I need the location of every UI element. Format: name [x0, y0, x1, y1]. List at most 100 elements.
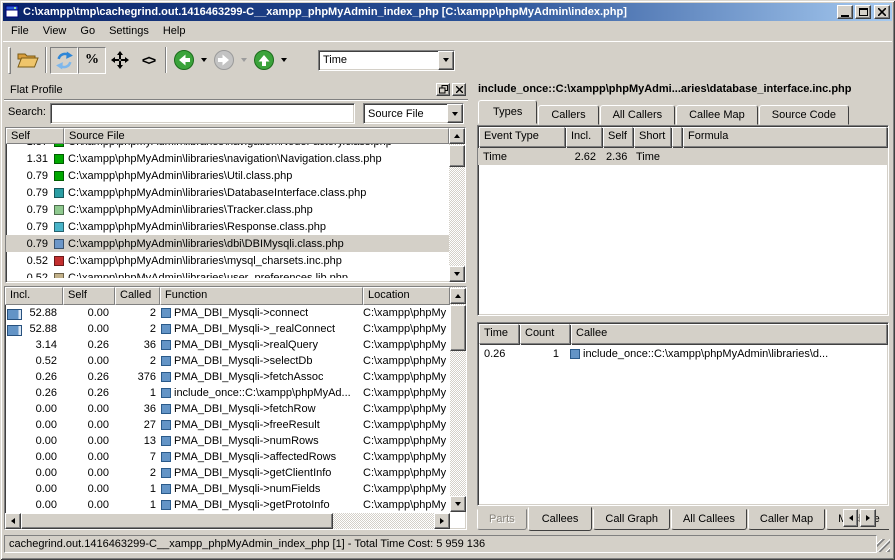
function-row[interactable]: 0.000.001PMA_DBI_Mysqli->getProtoInfoC:\… — [5, 497, 450, 513]
function-row[interactable]: 0.000.0027PMA_DBI_Mysqli->freeResultC:\x… — [5, 417, 450, 433]
function-row[interactable]: 3.140.2636PMA_DBI_Mysqli->realQueryC:\xa… — [5, 337, 450, 353]
function-icon — [161, 404, 171, 414]
column-header[interactable]: Incl. — [566, 127, 602, 147]
combo-dropdown-button[interactable] — [447, 104, 463, 123]
column-header[interactable]: Formula — [683, 127, 887, 147]
back-button[interactable] — [170, 47, 198, 74]
function-row[interactable]: 52.880.002PMA_DBI_Mysqli->connectC:\xamp… — [5, 305, 450, 321]
move-button[interactable] — [106, 47, 134, 74]
source-file-row[interactable]: 1.31C:\xampp\phpMyAdmin\libraries\naviga… — [6, 150, 449, 167]
function-row[interactable]: 0.000.007PMA_DBI_Mysqli->affectedRowsC:\… — [5, 449, 450, 465]
column-header[interactable]: Event Type — [479, 127, 565, 147]
tab-caller-map[interactable]: Caller Map — [748, 509, 825, 530]
tab-source-code[interactable]: Source Code — [759, 105, 849, 125]
function-row[interactable]: 0.000.0013PMA_DBI_Mysqli->numRowsC:\xamp… — [5, 433, 450, 449]
column-header[interactable]: Called — [115, 287, 160, 305]
function-name-cell: PMA_DBI_Mysqli->numFields — [160, 483, 363, 495]
function-icon — [161, 372, 171, 382]
forward-button[interactable] — [210, 47, 238, 74]
menu-go[interactable]: Go — [73, 22, 102, 40]
scroll-down-button[interactable] — [449, 266, 465, 282]
function-row[interactable]: 0.000.0036PMA_DBI_Mysqli->fetchRowC:\xam… — [5, 401, 450, 417]
tab-callee-map[interactable]: Callee Map — [676, 105, 758, 125]
source-file-row[interactable]: 0.79C:\xampp\phpMyAdmin\libraries\dbi\DB… — [6, 235, 449, 252]
scroll-thumb[interactable] — [449, 145, 465, 167]
source-file-row[interactable]: 0.79C:\xampp\phpMyAdmin\libraries\Databa… — [6, 184, 449, 201]
count-value: 1 — [519, 348, 569, 360]
source-file-row[interactable]: 0.52C:\xampp\phpMyAdmin\libraries\mysql_… — [6, 252, 449, 269]
back-dropdown[interactable] — [198, 47, 210, 74]
open-file-button[interactable] — [14, 47, 42, 74]
tab-all-callees[interactable]: All Callees — [671, 509, 747, 530]
search-input[interactable] — [50, 103, 355, 124]
scroll-up-button[interactable] — [450, 288, 466, 304]
callee-row[interactable]: 0.261include_once::C:\xampp\phpMyAdmin\l… — [478, 345, 888, 362]
resize-grip[interactable] — [877, 539, 890, 552]
source-file-row[interactable]: 0.52C:\xampp\phpMyAdmin\libraries\user_p… — [6, 269, 449, 278]
scroll-thumb[interactable] — [450, 305, 466, 351]
menu-view[interactable]: View — [36, 22, 74, 40]
menu-file[interactable]: File — [4, 22, 36, 40]
column-header[interactable]: Self — [6, 128, 64, 144]
column-header[interactable]: Location — [363, 287, 450, 305]
function-row[interactable]: 0.000.002PMA_DBI_Mysqli->getClientInfoC:… — [5, 465, 450, 481]
toolbar-handle[interactable] — [8, 47, 11, 74]
column-header[interactable]: Short — [634, 127, 671, 147]
function-row[interactable]: 52.880.002PMA_DBI_Mysqli->_realConnectC:… — [5, 321, 450, 337]
menu-help[interactable]: Help — [156, 22, 193, 40]
reload-button[interactable] — [50, 47, 78, 74]
event-type-row[interactable]: Time2.622.36Time — [478, 148, 888, 165]
function-row[interactable]: 0.260.26376PMA_DBI_Mysqli->fetchAssocC:\… — [5, 369, 450, 385]
move-arrows-icon — [110, 50, 130, 70]
menu-settings[interactable]: Settings — [102, 22, 156, 40]
column-header[interactable]: Function — [160, 287, 363, 305]
function-location: C:\xampp\phpMy — [363, 451, 450, 463]
function-table-hscrollbar[interactable] — [5, 512, 450, 529]
event-type-combobox[interactable]: Time — [318, 50, 455, 71]
column-header[interactable]: Callee — [571, 324, 887, 344]
column-header[interactable] — [672, 127, 682, 147]
self-percent: 0.00 — [63, 323, 115, 335]
column-header[interactable]: Self — [63, 287, 115, 305]
scroll-left-button[interactable] — [5, 513, 21, 529]
tab-callees[interactable]: Callees — [528, 507, 593, 531]
function-table-vscrollbar[interactable] — [450, 287, 466, 512]
cycle-detection-button[interactable]: <> — [134, 47, 162, 74]
scroll-thumb[interactable] — [21, 513, 333, 529]
dock-float-button[interactable] — [436, 83, 450, 96]
tab-types[interactable]: Types — [478, 100, 537, 124]
forward-dropdown[interactable] — [238, 47, 250, 74]
source-file-row[interactable]: 0.79C:\xampp\phpMyAdmin\libraries\Respon… — [6, 218, 449, 235]
relative-percent-button[interactable]: % — [78, 47, 106, 74]
source-file-row[interactable]: 0.79C:\xampp\phpMyAdmin\libraries\Tracke… — [6, 201, 449, 218]
minimize-button[interactable] — [837, 5, 853, 19]
source-file-name: C:\xampp\phpMyAdmin\libraries\dbi\DBIMys… — [68, 238, 344, 250]
close-button[interactable] — [874, 5, 890, 19]
maximize-button[interactable] — [855, 5, 871, 19]
combo-dropdown-button[interactable] — [438, 51, 454, 70]
group-combobox[interactable]: Source File — [363, 103, 464, 124]
scroll-down-button[interactable] — [450, 496, 466, 512]
source-list-vscrollbar[interactable] — [449, 128, 465, 282]
function-row[interactable]: 0.520.002PMA_DBI_Mysqli->selectDbC:\xamp… — [5, 353, 450, 369]
tab-all-callers[interactable]: All Callers — [600, 105, 676, 125]
column-header[interactable]: Source File — [64, 128, 449, 144]
function-name: PMA_DBI_Mysqli->getProtoInfo — [174, 499, 330, 511]
source-file-row[interactable]: 0.79C:\xampp\phpMyAdmin\libraries\Util.c… — [6, 167, 449, 184]
column-header[interactable]: Count — [520, 324, 570, 344]
tab-call-graph[interactable]: Call Graph — [593, 509, 670, 530]
column-header[interactable]: Incl. — [5, 287, 63, 305]
column-header[interactable]: Self — [603, 127, 633, 147]
column-header[interactable]: Time — [479, 324, 519, 344]
tab-scroll-right-button[interactable] — [860, 509, 876, 527]
dock-close-button[interactable] — [452, 83, 466, 96]
function-row[interactable]: 0.260.261include_once::C:\xampp\phpMyAd.… — [5, 385, 450, 401]
scroll-up-button[interactable] — [449, 128, 465, 144]
scroll-right-button[interactable] — [434, 513, 450, 529]
up-dropdown[interactable] — [278, 47, 290, 74]
function-row[interactable]: 0.000.001PMA_DBI_Mysqli->numFieldsC:\xam… — [5, 481, 450, 497]
tab-callers[interactable]: Callers — [538, 105, 598, 125]
tab-scroll-left-button[interactable] — [843, 509, 858, 527]
function-name-cell: PMA_DBI_Mysqli->connect — [160, 307, 363, 319]
up-button[interactable] — [250, 47, 278, 74]
